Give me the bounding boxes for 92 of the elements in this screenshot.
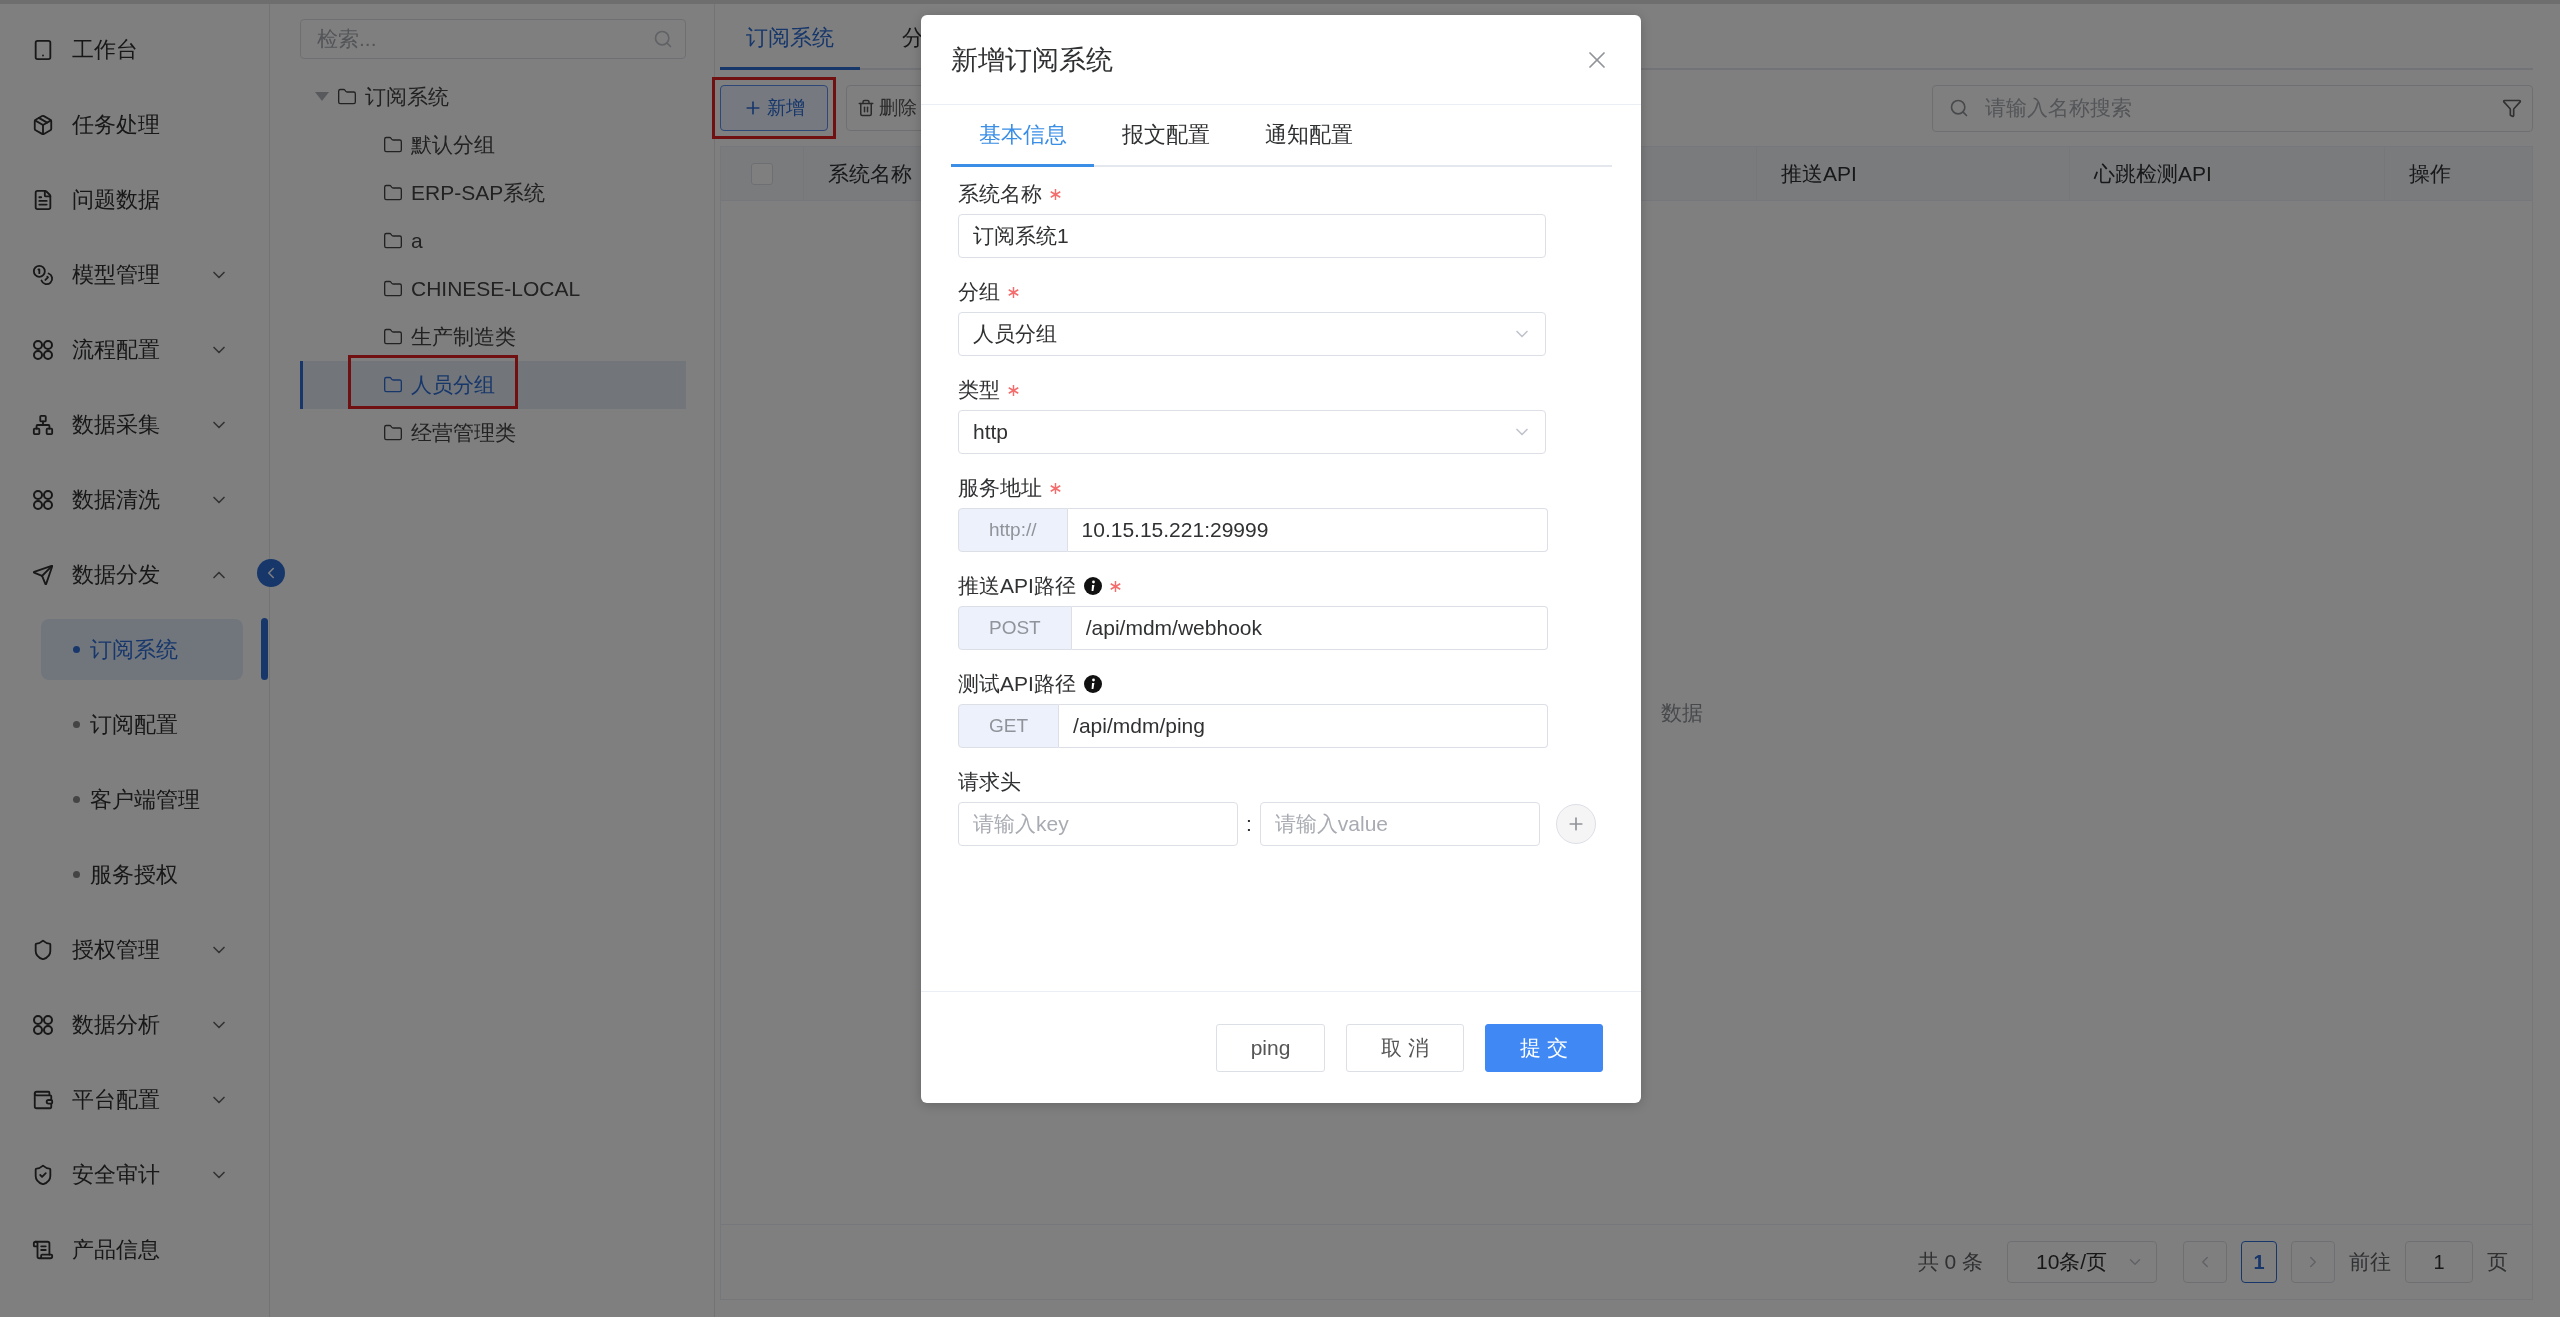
select-field[interactable]: http (958, 410, 1546, 454)
sidebar-item[interactable]: 平台配置 (0, 1062, 269, 1137)
sidebar-item[interactable]: 产品信息 (0, 1212, 269, 1287)
shield-icon (32, 938, 54, 961)
sidebar-item[interactable]: 数据采集 (0, 387, 269, 462)
tablet-icon (32, 38, 54, 61)
add-header-button[interactable] (1555, 804, 1596, 844)
method-prefix: http:// (958, 508, 1068, 552)
tab[interactable]: 基本信息 (951, 105, 1094, 167)
folder-icon (383, 279, 403, 299)
field-label: 服务地址 (958, 475, 1042, 501)
tree-item[interactable]: 经营管理类 (300, 409, 686, 457)
page-button[interactable]: 1 (2241, 1241, 2277, 1283)
column-header: 心跳检测API (2069, 147, 2384, 200)
page-input[interactable]: 1 (2405, 1241, 2473, 1283)
send-icon (32, 563, 54, 586)
search-icon (1949, 98, 1969, 118)
goto-label: 前往 (2349, 1249, 2391, 1275)
folder-icon (383, 135, 403, 155)
dots-grid-icon (32, 338, 54, 361)
dialog-button[interactable]: 取 消 (1346, 1023, 1464, 1072)
field-label: 类型 (958, 377, 1000, 403)
sidebar-item[interactable]: 模型管理 (0, 237, 269, 312)
list-document-icon (32, 1238, 54, 1261)
box-icon (32, 113, 54, 136)
tab[interactable]: 订阅系统 (720, 8, 860, 70)
sidebar-subitem[interactable]: 订阅系统 (41, 619, 243, 680)
sidebar-item[interactable]: 工作台 (0, 12, 269, 87)
field-label: 分组 (958, 279, 1000, 305)
value-input-field[interactable]: 请输入value (1259, 802, 1540, 846)
wallet-icon (32, 1088, 54, 1111)
tree-item[interactable]: a (300, 217, 686, 265)
next-page-button[interactable] (2291, 1241, 2335, 1283)
input-field[interactable]: /api/mdm/ping (1059, 704, 1548, 748)
folder-icon (337, 87, 357, 107)
sidebar-item[interactable]: 流程配置 (0, 312, 269, 387)
folder-icon (383, 423, 403, 443)
bullet-icon (73, 646, 80, 653)
text-field[interactable]: 订阅系统1 (958, 214, 1546, 258)
field-label: 测试API路径 (958, 671, 1076, 697)
dialog-title: 新增订阅系统 (951, 43, 1113, 77)
folder-icon (383, 327, 403, 347)
method-prefix: GET (958, 704, 1060, 748)
field-label: 推送API路径 (958, 573, 1076, 599)
tree-item[interactable]: CHINESE-LOCAL (300, 265, 686, 313)
caret-down-icon[interactable] (315, 92, 329, 102)
dots-grid-icon (32, 488, 54, 511)
sidebar-subitem[interactable]: 订阅配置 (41, 694, 243, 755)
column-header: 操作 (2384, 147, 2532, 200)
sidebar-item[interactable]: 数据分析 (0, 987, 269, 1062)
column-header: 推送API (1756, 147, 2069, 200)
tree-item[interactable]: 人员分组 (300, 361, 686, 409)
folder-icon (383, 375, 403, 395)
page-suffix: 页 (2487, 1249, 2508, 1275)
dialog-button[interactable]: ping (1216, 1023, 1325, 1072)
add-button[interactable]: 新增 (720, 85, 828, 131)
select-field[interactable]: 人员分组 (958, 312, 1546, 356)
page-size-select[interactable]: 10条/页 (2007, 1241, 2157, 1283)
sidebar-item[interactable]: 安全审计 (0, 1137, 269, 1212)
search-icon (653, 29, 673, 49)
sidebar-item[interactable]: 问题数据 (0, 162, 269, 237)
tree-item[interactable]: 生产制造类 (300, 313, 686, 361)
method-prefix: POST (958, 606, 1072, 650)
bullet-icon (73, 871, 80, 878)
bullet-icon (73, 721, 80, 728)
dots-grid-icon (32, 1013, 54, 1036)
separator-text: : (1246, 812, 1252, 836)
tree-item[interactable]: 默认分组 (300, 121, 686, 169)
coins-icon (32, 263, 54, 286)
tree-item[interactable]: ERP-SAP系统 (300, 169, 686, 217)
sidebar-subitem[interactable]: 客户端管理 (41, 769, 243, 830)
total-count: 共 0 条 (1917, 1249, 1983, 1275)
bullet-icon (73, 796, 80, 803)
sidebar-subitem[interactable]: 服务授权 (41, 844, 243, 905)
folder-icon (383, 231, 403, 251)
key-input-field[interactable]: 请输入key (958, 802, 1238, 846)
tree-item[interactable]: 订阅系统 (300, 73, 686, 121)
sidebar-item[interactable]: 数据清洗 (0, 462, 269, 537)
input-field[interactable]: /api/mdm/webhook (1071, 606, 1548, 650)
document-icon (32, 188, 54, 211)
active-indicator (261, 618, 268, 680)
prev-page-button[interactable] (2183, 1241, 2227, 1283)
field-label: 请求头 (958, 769, 1021, 795)
filter-icon[interactable] (2502, 98, 2522, 118)
submit-button[interactable]: 提 交 (1485, 1023, 1603, 1072)
trash-icon (857, 99, 875, 117)
sidebar-item[interactable]: 授权管理 (0, 912, 269, 987)
sidebar-item[interactable]: 任务处理 (0, 87, 269, 162)
input-field[interactable]: 10.15.15.221:29999 (1067, 508, 1548, 552)
network-icon (32, 413, 54, 436)
folder-icon (383, 183, 403, 203)
shield-check-icon (32, 1163, 54, 1186)
